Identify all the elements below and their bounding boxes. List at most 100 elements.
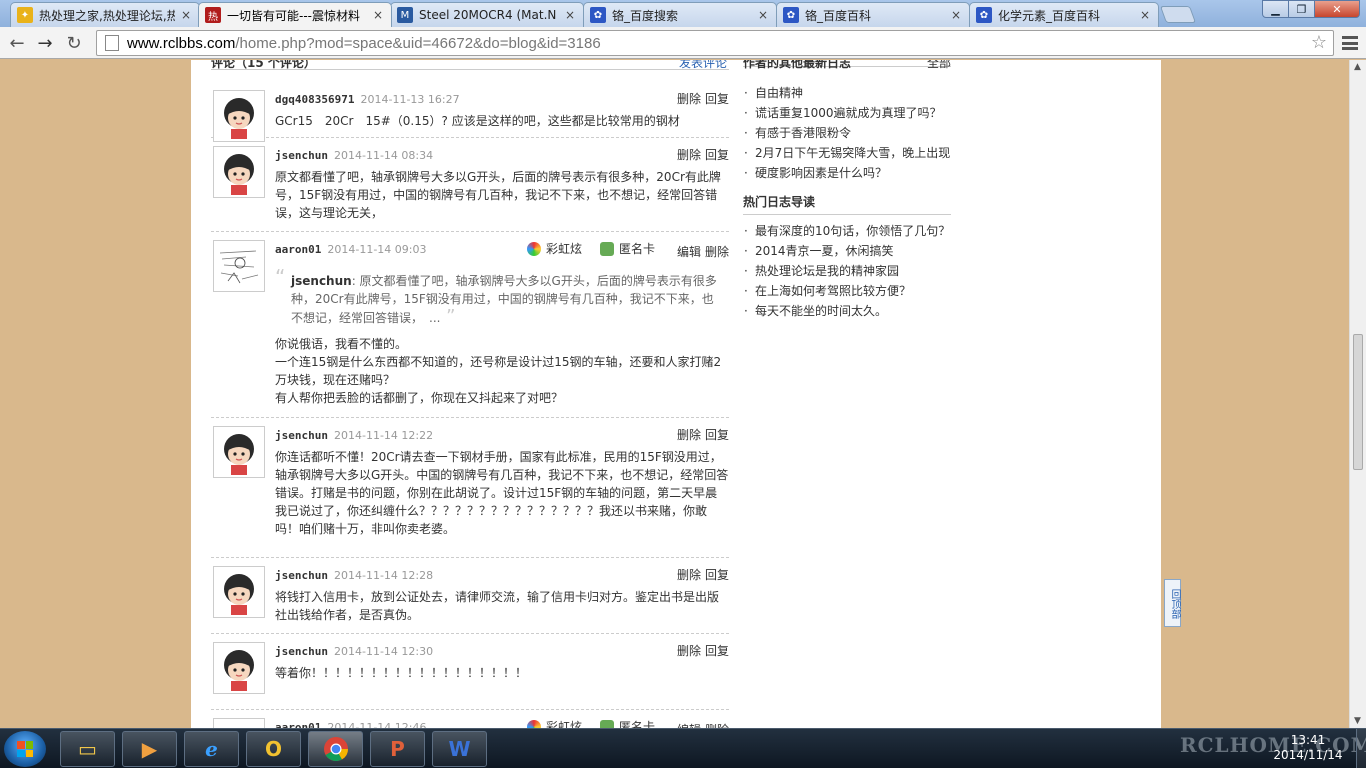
tab-baidu-search[interactable]: ✿ 铬_百度搜索 × [583,2,777,27]
close-tab-icon[interactable]: × [179,8,193,22]
hot-log-link[interactable]: 2014青京一夏，休闲搞笑 [743,241,951,261]
comment-body: aaron012014-11-14 12:46彩虹炫匿名卡编辑删除 [275,710,729,728]
rainbow-badge[interactable]: 彩虹炫 [526,718,582,728]
scroll-down-arrow-icon[interactable]: ▼ [1354,716,1361,726]
hot-log-link[interactable]: 每天不能坐的时间太久。 [743,301,951,321]
comment-username[interactable]: jsenchun [275,645,328,658]
tab-title: Steel 20MOCR4 (Mat.N [419,8,557,22]
delete-link[interactable]: 删除 [677,644,701,658]
other-log-link[interactable]: 2月7日下午无锡突降大雪，晚上出现 [743,143,951,163]
other-log-link[interactable]: 有感于香港限粉令 [743,123,951,143]
new-tab-button[interactable] [1159,6,1197,23]
other-log-link[interactable]: 自由精神 [743,83,951,103]
hot-log-link[interactable]: 在上海如何考驾照比较方便？ [743,281,951,301]
tab-baidu-baike-chromium[interactable]: ✿ 铬_百度百科 × [776,2,970,27]
explorer-icon[interactable]: ▭ [60,731,115,767]
sidebar: 作者的其他最新日志 全部 自由精神谎话重复1000遍就成为真理了吗？有感于香港限… [743,60,951,321]
comment-item: aaron01 2014-11-14 09:03 彩虹炫 匿名卡 编辑 删除 “ jsench… [211,232,729,418]
delete-link[interactable]: 删除 [677,148,701,162]
close-quote-icon: ” [440,306,456,327]
comment-username[interactable]: jsenchun [275,429,328,442]
baidu-paw-icon: ✿ [590,7,606,23]
back-arrow-icon[interactable]: ← [6,32,28,54]
user-avatar[interactable] [213,718,265,728]
reply-link[interactable]: 回复 [705,92,729,106]
user-avatar[interactable] [213,566,265,618]
tab-baidu-baike-elements[interactable]: ✿ 化学元素_百度百科 × [969,2,1159,27]
delete-link[interactable]: 删除 [677,428,701,442]
forward-arrow-icon[interactable]: → [34,32,56,54]
delete-link[interactable]: 删除 [677,92,701,106]
media-player-icon[interactable]: ▶ [122,731,177,767]
clock-date: 2014/11/14 [1273,748,1343,762]
tab-rclbbs-forum[interactable]: ✦ 热处理之家,热处理论坛,热 × [10,2,200,27]
comment-date: 2014-11-14 08:34 [333,149,434,162]
close-window-button[interactable]: ✕ [1314,0,1360,18]
chrome-menu-icon[interactable] [1341,34,1359,52]
anonymous-card-badge[interactable]: 匿名卡 [599,240,655,258]
matweb-favicon-icon: M [397,7,413,23]
reply-link[interactable]: 回复 [705,568,729,582]
minimize-button[interactable]: ▁ [1262,0,1289,18]
rainbow-badge[interactable]: 彩虹炫 [526,240,582,258]
comment-username[interactable]: jsenchun [275,149,328,162]
hot-log-link[interactable]: 热处理论坛是我的精神家园 [743,261,951,281]
start-button[interactable] [4,731,46,767]
hot-logs-header: 热门日志导读 [743,189,951,215]
delete-link[interactable]: 删除 [677,568,701,582]
back-to-top-button[interactable]: 回顶部 [1164,579,1181,627]
comment-username[interactable]: aaron01 [275,721,321,728]
close-tab-icon[interactable]: × [1138,8,1152,22]
close-tab-icon[interactable]: × [563,8,577,22]
tab-matweb[interactable]: M Steel 20MOCR4 (Mat.N × [390,2,584,27]
show-desktop-button[interactable] [1356,729,1366,768]
maximize-button[interactable]: ❐ [1288,0,1315,18]
comment-username[interactable]: dgq408356971 [275,93,354,106]
close-tab-icon[interactable]: × [371,8,385,22]
powerpoint-icon[interactable]: P [370,731,425,767]
comment-date: 2014-11-14 12:28 [333,569,434,582]
comment-body: jsenchun 2014-11-14 12:30 删除 回复 等着你！！！！！！！！！… [275,634,729,682]
close-tab-icon[interactable]: × [949,8,963,22]
close-tab-icon[interactable]: × [756,8,770,22]
user-avatar[interactable] [213,146,265,198]
comment-body: jsenchun 2014-11-14 08:34 删除 回复 原文都看懂了吧，轴承钢牌… [275,138,729,222]
user-avatar[interactable] [213,642,265,694]
other-log-link[interactable]: 硬度影响因素是什么吗？ [743,163,951,183]
delete-link[interactable]: 删除 [705,245,729,259]
reply-link[interactable]: 回复 [705,428,729,442]
tab-title: 化学元素_百度百科 [998,8,1101,23]
scrollbar-thumb[interactable] [1353,334,1363,470]
bookmark-star-icon[interactable]: ☆ [1311,32,1327,53]
tab-title: 铬_百度搜索 [612,8,679,23]
user-avatar[interactable] [213,426,265,478]
reply-link[interactable]: 回复 [705,148,729,162]
other-logs-list: 自由精神谎话重复1000遍就成为真理了吗？有感于香港限粉令2月7日下午无锡突降大… [743,83,951,183]
baidu-paw-icon: ✿ [783,7,799,23]
url-text[interactable]: www.rclbbs.com/home.php?mod=space&uid=46… [127,35,601,52]
other-logs-header: 作者的其他最新日志 全部 [743,60,951,70]
word-icon[interactable]: W [432,731,487,767]
comment-username[interactable]: jsenchun [275,569,328,582]
reply-link[interactable]: 回复 [705,644,729,658]
other-log-link[interactable]: 谎话重复1000遍就成为真理了吗？ [743,103,951,123]
quoted-text: : 原文都看懂了吧，轴承钢牌号大多以G开头，后面的牌号表示有很多种，20Cr有此… [291,274,717,325]
ie-icon[interactable]: e [184,731,239,767]
hot-log-link[interactable]: 最有深度的10句话，你领悟了几句？ [743,221,951,241]
other-logs-all-link[interactable]: 全部 [927,60,951,71]
address-bar[interactable]: www.rclbbs.com/home.php?mod=space&uid=46… [96,30,1334,56]
edit-link[interactable]: 编辑 [677,245,701,259]
anonymous-card-badge[interactable]: 匿名卡 [599,718,655,728]
vertical-scrollbar[interactable]: ▲ ▼ [1349,60,1366,728]
comment-username[interactable]: aaron01 [275,243,321,256]
user-avatar[interactable] [213,240,265,292]
tab-current-blog[interactable]: 热 一切皆有可能---震惊材料 × [198,2,392,27]
system-clock[interactable]: 13:41 2014/11/14 [1268,733,1348,763]
scroll-up-arrow-icon[interactable]: ▲ [1354,62,1361,72]
outlook-icon[interactable]: O [246,731,301,767]
chrome-icon[interactable] [308,731,363,767]
user-avatar[interactable] [213,90,265,142]
comment-list: dgq408356971 2014-11-13 16:27 删除 回复 GCr15 20… [211,70,729,728]
reload-icon[interactable]: ↻ [63,32,85,54]
badge-label: 匿名卡 [618,242,655,256]
